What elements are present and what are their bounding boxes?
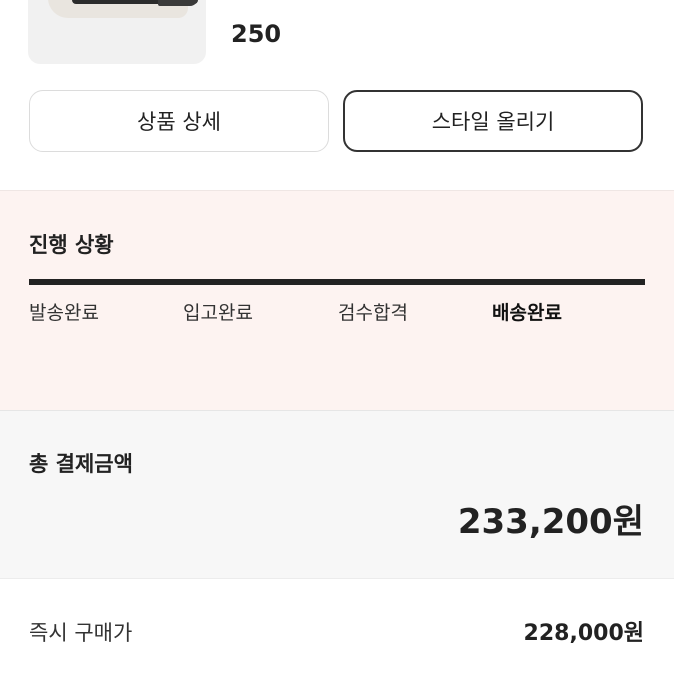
total-payment-label: 총 결제금액 bbox=[29, 452, 133, 476]
progress-title: 진행 상황 bbox=[29, 233, 114, 257]
upload-style-button[interactable]: 스타일 올리기 bbox=[343, 90, 643, 152]
step-delivered: 배송완료 bbox=[492, 302, 562, 324]
product-thumbnail[interactable] bbox=[28, 0, 206, 64]
sneaker-image bbox=[48, 0, 198, 18]
total-payment-section: 총 결제금액 233,200원 bbox=[0, 410, 674, 579]
progress-section: 진행 상황 발송완료 입고완료 검수합격 배송완료 bbox=[0, 190, 674, 411]
step-inspection-passed: 검수합격 bbox=[338, 302, 408, 324]
total-payment-value: 233,200원 bbox=[457, 502, 644, 542]
instant-price-label: 즉시 구매가 bbox=[29, 621, 133, 645]
product-size: 250 bbox=[231, 20, 282, 48]
instant-price-row: 즉시 구매가 228,000원 bbox=[0, 578, 674, 675]
sneaker-heel-icon bbox=[158, 0, 198, 6]
step-shipped: 발송완료 bbox=[29, 302, 99, 324]
step-received: 입고완료 bbox=[183, 302, 253, 324]
product-detail-button[interactable]: 상품 상세 bbox=[29, 90, 329, 152]
instant-price-value: 228,000원 bbox=[523, 621, 644, 646]
progress-bar bbox=[29, 279, 645, 285]
